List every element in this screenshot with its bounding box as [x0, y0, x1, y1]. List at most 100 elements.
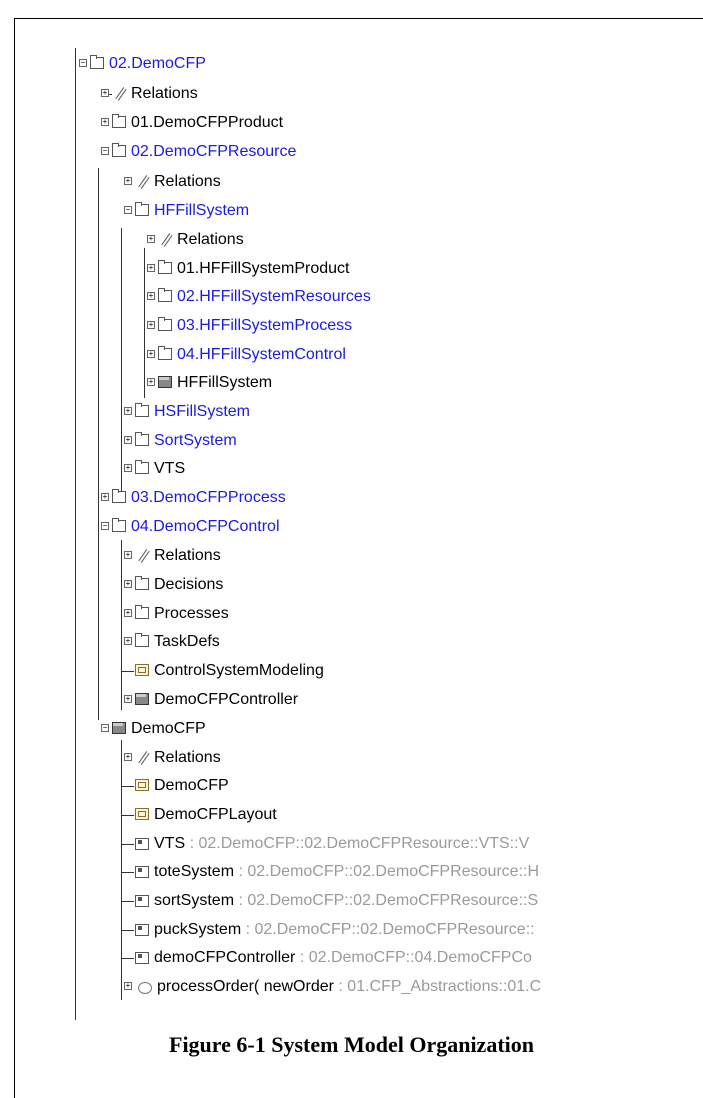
tree-node[interactable]: + 02.HFFillSystemResources [147, 283, 371, 311]
collapse-icon[interactable]: − [124, 206, 132, 214]
tree-node[interactable]: + 03.HFFillSystemProcess [147, 312, 353, 340]
expand-icon[interactable]: + [147, 350, 155, 358]
package-icon [158, 317, 172, 331]
collapse-icon[interactable]: − [79, 59, 87, 67]
tree-node[interactable]: + VTS [124, 455, 186, 483]
tree-node[interactable]: + Processes [124, 600, 229, 628]
node-label: Relations [177, 231, 244, 248]
node-type: : 02.DemoCFP::02.DemoCFPResource::VTS::V [185, 835, 530, 852]
tree-node[interactable]: demoCFPController : 02.DemoCFP::04.DemoC… [122, 944, 532, 972]
node-label: Decisions [154, 576, 224, 593]
expand-icon[interactable]: + [147, 292, 155, 300]
package-icon [90, 55, 104, 69]
diagram-icon [135, 664, 149, 676]
expand-icon[interactable]: + [124, 177, 132, 185]
node-label: 01.DemoCFPProduct [131, 114, 284, 131]
node-label: HFFillSystem [177, 374, 273, 391]
node-label: toteSystem [154, 863, 235, 880]
package-icon [135, 432, 149, 446]
expand-icon[interactable]: + [124, 637, 132, 645]
relations-icon [112, 87, 126, 99]
tree-node[interactable]: − 02.DemoCFPResource [101, 138, 296, 166]
tree-node[interactable]: toteSystem : 02.DemoCFP::02.DemoCFPResou… [122, 858, 539, 886]
collapse-icon[interactable]: − [101, 147, 109, 155]
node-label: demoCFPController [154, 949, 296, 966]
node-label: VTS [154, 835, 186, 852]
tree-node[interactable]: + HFFillSystem [147, 369, 273, 397]
tree-line [98, 168, 99, 720]
node-label: DemoCFP [154, 777, 229, 794]
expand-icon[interactable]: + [124, 551, 132, 559]
expand-icon[interactable]: + [124, 982, 132, 990]
tree-node[interactable]: + SortSystem [124, 427, 237, 455]
tree-node[interactable]: ControlSystemModeling [122, 657, 324, 685]
tree-node[interactable]: sortSystem : 02.DemoCFP::02.DemoCFPResou… [122, 887, 539, 915]
expand-icon[interactable]: + [124, 753, 132, 761]
expand-icon[interactable]: + [147, 378, 155, 386]
block-icon [112, 722, 126, 734]
node-label: VTS [154, 460, 186, 477]
package-icon [135, 633, 149, 647]
node-label: 03.HFFillSystemProcess [177, 317, 353, 334]
tree-node[interactable]: + processOrder( newOrder : 01.CFP_Abstra… [124, 973, 541, 1001]
package-icon [112, 518, 126, 532]
relations-icon [135, 751, 149, 763]
package-icon [135, 605, 149, 619]
node-label: TaskDefs [154, 633, 220, 650]
tree-node[interactable]: + 01.HFFillSystemProduct [147, 255, 350, 283]
node-label: HFFillSystem [154, 202, 250, 219]
node-label: ControlSystemModeling [154, 662, 324, 679]
block-icon [135, 693, 149, 705]
tree-node[interactable]: + Relations [147, 226, 244, 254]
node-label: Relations [154, 749, 221, 766]
expand-icon[interactable]: + [124, 609, 132, 617]
tree-node[interactable]: + 01.DemoCFPProduct [101, 109, 284, 137]
node-label: HSFillSystem [154, 403, 251, 420]
collapse-icon[interactable]: − [101, 522, 109, 530]
expand-icon[interactable]: + [124, 464, 132, 472]
node-type: : 02.DemoCFP::02.DemoCFPResource::S [234, 892, 539, 909]
package-icon [158, 288, 172, 302]
relations-icon [158, 233, 172, 245]
tree-node[interactable]: VTS : 02.DemoCFP::02.DemoCFPResource::VT… [122, 830, 530, 858]
tree-node[interactable]: DemoCFP [122, 772, 229, 800]
package-icon [135, 460, 149, 474]
expand-icon[interactable]: + [124, 407, 132, 415]
block-icon [158, 376, 172, 388]
tree-node[interactable]: − DemoCFP [101, 715, 206, 743]
tree-line [121, 228, 122, 500]
tree-node[interactable]: − 04.DemoCFPControl [101, 513, 280, 541]
tree-node[interactable]: + Relations [124, 168, 221, 196]
package-icon [112, 143, 126, 157]
expand-icon[interactable]: + [147, 264, 155, 272]
node-label: Relations [154, 547, 221, 564]
tree-node[interactable]: + Relations [124, 542, 221, 570]
package-icon [135, 576, 149, 590]
package-icon [135, 202, 149, 216]
tree-node[interactable]: − HFFillSystem [124, 197, 250, 225]
expand-icon[interactable]: + [147, 321, 155, 329]
tree-node[interactable]: + Relations [101, 80, 198, 108]
tree-node[interactable]: + TaskDefs [124, 628, 220, 656]
expand-icon[interactable]: + [124, 695, 132, 703]
expand-icon[interactable]: + [147, 235, 155, 243]
expand-icon[interactable]: + [101, 118, 109, 126]
tree-node[interactable]: + HSFillSystem [124, 398, 251, 426]
expand-icon[interactable]: + [124, 580, 132, 588]
tree-node[interactable]: puckSystem : 02.DemoCFP::02.DemoCFPResou… [122, 916, 535, 944]
tree-node[interactable]: + DemoCFPController [124, 686, 298, 714]
tree-node[interactable]: + Decisions [124, 571, 224, 599]
node-label: 03.DemoCFPProcess [131, 489, 286, 506]
expand-icon[interactable]: + [101, 89, 109, 97]
collapse-icon[interactable]: − [101, 724, 109, 732]
tree-node[interactable]: + 03.DemoCFPProcess [101, 484, 286, 512]
tree-node[interactable]: + Relations [124, 744, 221, 772]
tree-node[interactable]: + 04.HFFillSystemControl [147, 341, 346, 369]
node-label: 04.DemoCFPControl [131, 518, 280, 535]
tree-node[interactable]: − 02.DemoCFP [79, 50, 206, 78]
expand-icon[interactable]: + [101, 493, 109, 501]
operation-icon [138, 982, 152, 994]
tree-node[interactable]: DemoCFPLayout [122, 801, 277, 829]
expand-icon[interactable]: + [124, 436, 132, 444]
node-label: 02.HFFillSystemResources [177, 288, 371, 305]
